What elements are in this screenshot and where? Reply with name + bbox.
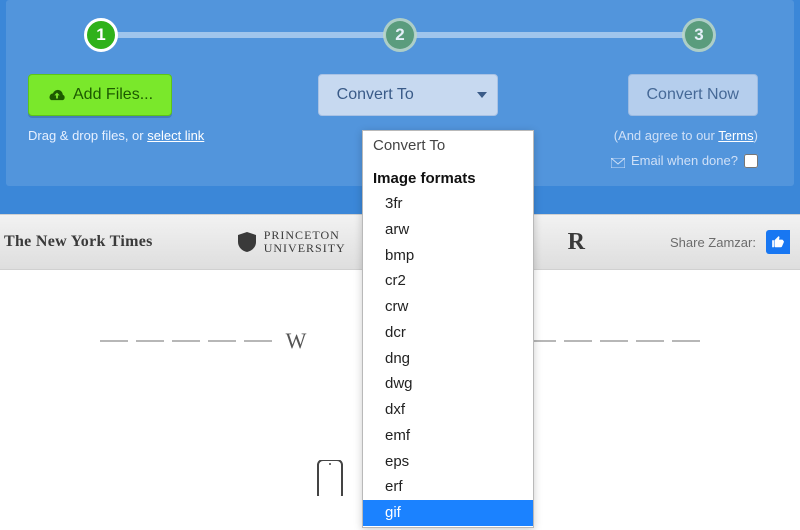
convert-now-button[interactable]: Convert Now [628,74,758,116]
email-label: Email when done? [631,153,738,168]
heading-partial: W [280,328,313,354]
dash [172,340,200,342]
dropdown-scroll[interactable]: Convert To Image formats 3frarwbmpcr2crw… [363,131,533,527]
share-block: Share Zamzar: [670,230,790,254]
princeton-bottom: UNIVERSITY [264,242,346,255]
page-root: 1 2 3 Add Files... Drag & drop files, or… [0,0,800,530]
col-add-files: Add Files... Drag & drop files, or selec… [28,74,204,143]
logo-princeton: PRINCETON UNIVERSITY [238,229,346,254]
dropdown-option[interactable]: crw [363,294,533,320]
agree-suffix: ) [754,128,758,143]
envelope-icon [611,156,625,166]
terms-note: (And agree to our Terms) [614,128,758,143]
shield-icon [238,232,256,252]
dropdown-option[interactable]: emf [363,423,533,449]
step-badge-1: 1 [84,18,118,52]
col-convert-now: Convert Now (And agree to our Terms) Ema… [611,74,758,168]
step-line [116,32,385,38]
dropdown-option[interactable]: gif [363,500,533,526]
email-when-done-row[interactable]: Email when done? [611,153,758,168]
col-convert-to: Convert To [318,74,498,116]
select-link[interactable]: select link [147,128,204,143]
dash [600,340,628,342]
dropdown-option[interactable]: bmp [363,243,533,269]
hint-prefix: Drag & drop files, or [28,128,147,143]
dash [100,340,128,342]
step-line [415,32,684,38]
share-label: Share Zamzar: [670,235,756,250]
dropdown-option[interactable]: dcr [363,320,533,346]
dash [564,340,592,342]
chevron-down-icon [477,92,487,98]
dropdown-option[interactable]: dng [363,346,533,372]
logo-text: PRINCETON UNIVERSITY [264,229,346,254]
convert-to-select[interactable]: Convert To [318,74,498,116]
dash [636,340,664,342]
dash [136,340,164,342]
dropdown-option[interactable]: eps [363,449,533,475]
agree-prefix: (And agree to our [614,128,719,143]
step-number: 3 [694,25,703,45]
convert-to-dropdown[interactable]: Convert To Image formats 3frarwbmpcr2crw… [362,130,534,528]
logo-text: R [568,229,585,256]
dropdown-option[interactable]: 3fr [363,191,533,217]
phone-icon [304,460,356,496]
dropdown-option[interactable]: heic [363,526,533,527]
dropdown-group-label: Image formats [363,162,533,191]
step-badge-3: 3 [682,18,716,52]
logo-partial-r: R [568,229,585,256]
thumb-up-icon [771,235,785,249]
logo-text: The New York Times [4,233,153,251]
dash [208,340,236,342]
step-badge-2: 2 [383,18,417,52]
step-number: 1 [96,25,105,45]
add-files-hint: Drag & drop files, or select link [28,128,204,143]
dropdown-items: 3frarwbmpcr2crwdcrdngdwgdxfemfepserfgifh… [363,191,533,527]
dropdown-option[interactable]: dxf [363,397,533,423]
cloud-upload-icon [47,88,65,102]
dropdown-option[interactable]: cr2 [363,268,533,294]
step-number: 2 [395,25,404,45]
convert-now-label: Convert Now [647,86,739,104]
terms-link[interactable]: Terms [718,128,753,143]
logo-nyt: The New York Times [4,233,153,251]
dropdown-title: Convert To [363,131,533,162]
facebook-like-button[interactable] [766,230,790,254]
steps-row: 1 2 3 [20,18,780,52]
convert-to-label: Convert To [337,86,414,104]
add-files-button[interactable]: Add Files... [28,74,172,116]
dash [244,340,272,342]
dropdown-option[interactable]: arw [363,217,533,243]
email-when-done-checkbox[interactable] [744,154,758,168]
dropdown-option[interactable]: erf [363,474,533,500]
add-files-label: Add Files... [73,86,153,104]
dash [672,340,700,342]
dropdown-option[interactable]: dwg [363,371,533,397]
